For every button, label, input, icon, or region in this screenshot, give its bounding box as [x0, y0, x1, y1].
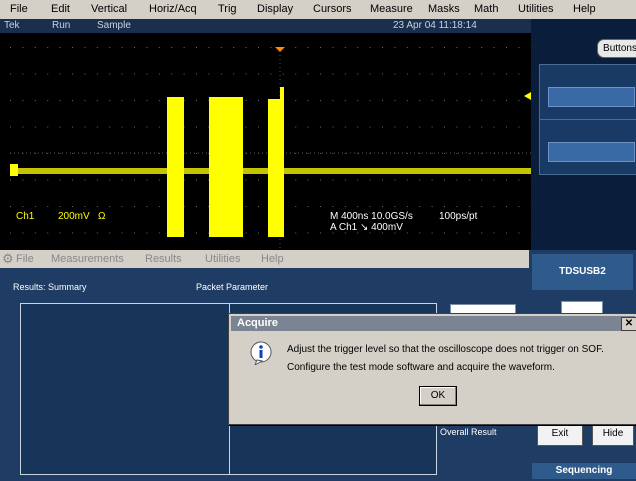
main-menu-bar: File Edit Vertical Horiz/Acq Trig Displa… — [0, 0, 636, 20]
buttons-toggle[interactable]: Buttons — [597, 39, 636, 58]
overall-result-label: Overall Result — [440, 427, 497, 437]
menu-trig[interactable]: Trig — [218, 3, 237, 15]
menu-help[interactable]: Help — [573, 3, 596, 15]
menu-vertical[interactable]: Vertical — [91, 3, 127, 15]
info-icon — [250, 341, 272, 365]
control-window-1[interactable] — [539, 64, 636, 120]
timestamp: 23 Apr 04 11:18:14 — [393, 20, 477, 31]
app-menu-measurements[interactable]: Measurements — [51, 253, 124, 265]
channel-label: Ch1 — [16, 211, 35, 222]
scope-side-panel: Buttons — [531, 19, 636, 250]
menu-horiz-acq[interactable]: Horiz/Acq — [149, 3, 197, 15]
brand-label: Tek — [4, 20, 20, 31]
exit-button[interactable]: Exit — [537, 422, 583, 446]
results-summary-label: Results: Summary — [13, 282, 87, 292]
app-title: TDSUSB2 — [532, 254, 633, 290]
summary-panel — [20, 303, 230, 475]
dialog-titlebar: Acquire ✕ — [231, 316, 636, 331]
acq-mode: Sample — [97, 20, 131, 31]
trigger-readout: A Ch1 ↘ 400mV — [330, 222, 403, 233]
resolution-readout: 100ps/pt — [439, 211, 478, 222]
dialog-message-line-1: Adjust the trigger level so that the osc… — [287, 344, 604, 355]
menu-math[interactable]: Math — [474, 3, 498, 15]
app-logo-icon: ⚙ — [2, 251, 14, 266]
waveform-burst — [209, 97, 243, 237]
app-menu-bar: ⚙ File Measurements Results Utilities He… — [0, 250, 529, 268]
timebase-readout: M 400ns 10.0GS/s — [330, 211, 413, 222]
ohm-indicator: Ω — [98, 211, 106, 222]
dialog-message-line-2: Configure the test mode software and acq… — [287, 362, 555, 373]
menu-masks[interactable]: Masks — [428, 3, 460, 15]
control-window-2[interactable] — [539, 119, 636, 175]
app-menu-help[interactable]: Help — [261, 253, 284, 265]
run-status: Run — [52, 20, 71, 31]
menu-edit[interactable]: Edit — [51, 3, 70, 15]
ok-button[interactable]: OK — [419, 386, 457, 406]
scope-display: Tek Run Sample 23 Apr 04 11:18:14 Ch1 20… — [0, 19, 531, 250]
app-menu-utilities[interactable]: Utilities — [205, 253, 240, 265]
acquire-dialog: Acquire ✕ Adjust the trigger level so th… — [228, 313, 636, 425]
status-line: Tek Run Sample 23 Apr 04 11:18:14 — [0, 19, 531, 33]
menu-utilities[interactable]: Utilities — [518, 3, 553, 15]
hide-button[interactable]: Hide — [592, 422, 634, 446]
menu-file[interactable]: File — [10, 3, 28, 15]
menu-display[interactable]: Display — [257, 3, 293, 15]
app-menu-file[interactable]: File — [16, 253, 34, 265]
vertical-scale: 200mV — [58, 211, 90, 222]
app-menu-results[interactable]: Results — [145, 253, 182, 265]
waveform-burst — [167, 97, 184, 237]
close-icon[interactable]: ✕ — [621, 317, 636, 331]
dialog-title: Acquire — [237, 317, 278, 329]
packet-parameter-label: Packet Parameter — [196, 282, 269, 292]
menu-measure[interactable]: Measure — [370, 3, 413, 15]
ch1-ground-marker[interactable] — [10, 164, 18, 176]
menu-cursors[interactable]: Cursors — [313, 3, 352, 15]
sequencing-tab[interactable]: Sequencing — [532, 463, 636, 479]
